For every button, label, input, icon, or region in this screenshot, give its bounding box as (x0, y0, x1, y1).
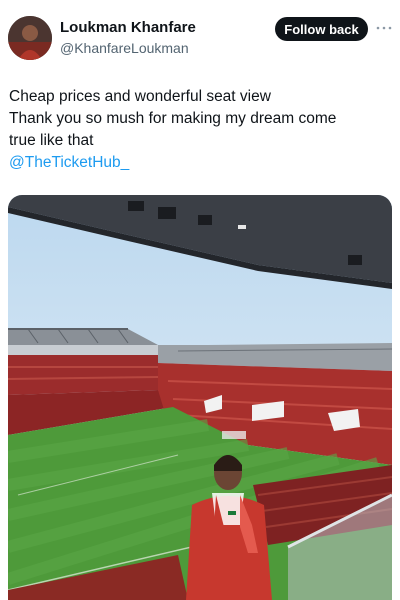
author-handle[interactable]: @KhanfareLoukman (60, 38, 196, 58)
stadium-photo (8, 195, 392, 600)
tweet-line: Thank you so mush for making my dream co… (9, 110, 337, 127)
user-avatar-icon (8, 16, 52, 60)
tweet-text: Cheap prices and wonderful seat view Tha… (9, 86, 394, 174)
author-avatar[interactable] (8, 16, 52, 60)
more-horizontal-icon[interactable] (374, 20, 394, 36)
tweet-header: Loukman Khanfare @KhanfareLoukman Follow… (0, 0, 400, 80)
author-names: Loukman Khanfare @KhanfareLoukman (60, 18, 196, 58)
tweet-line: true like that (9, 132, 94, 149)
author-display-name[interactable]: Loukman Khanfare (60, 18, 196, 38)
mention-link[interactable]: @TheTicketHub_ (9, 152, 394, 174)
follow-back-button[interactable]: Follow back (275, 17, 368, 41)
tweet-photo[interactable] (8, 195, 392, 600)
tweet-line: Cheap prices and wonderful seat view (9, 88, 271, 105)
